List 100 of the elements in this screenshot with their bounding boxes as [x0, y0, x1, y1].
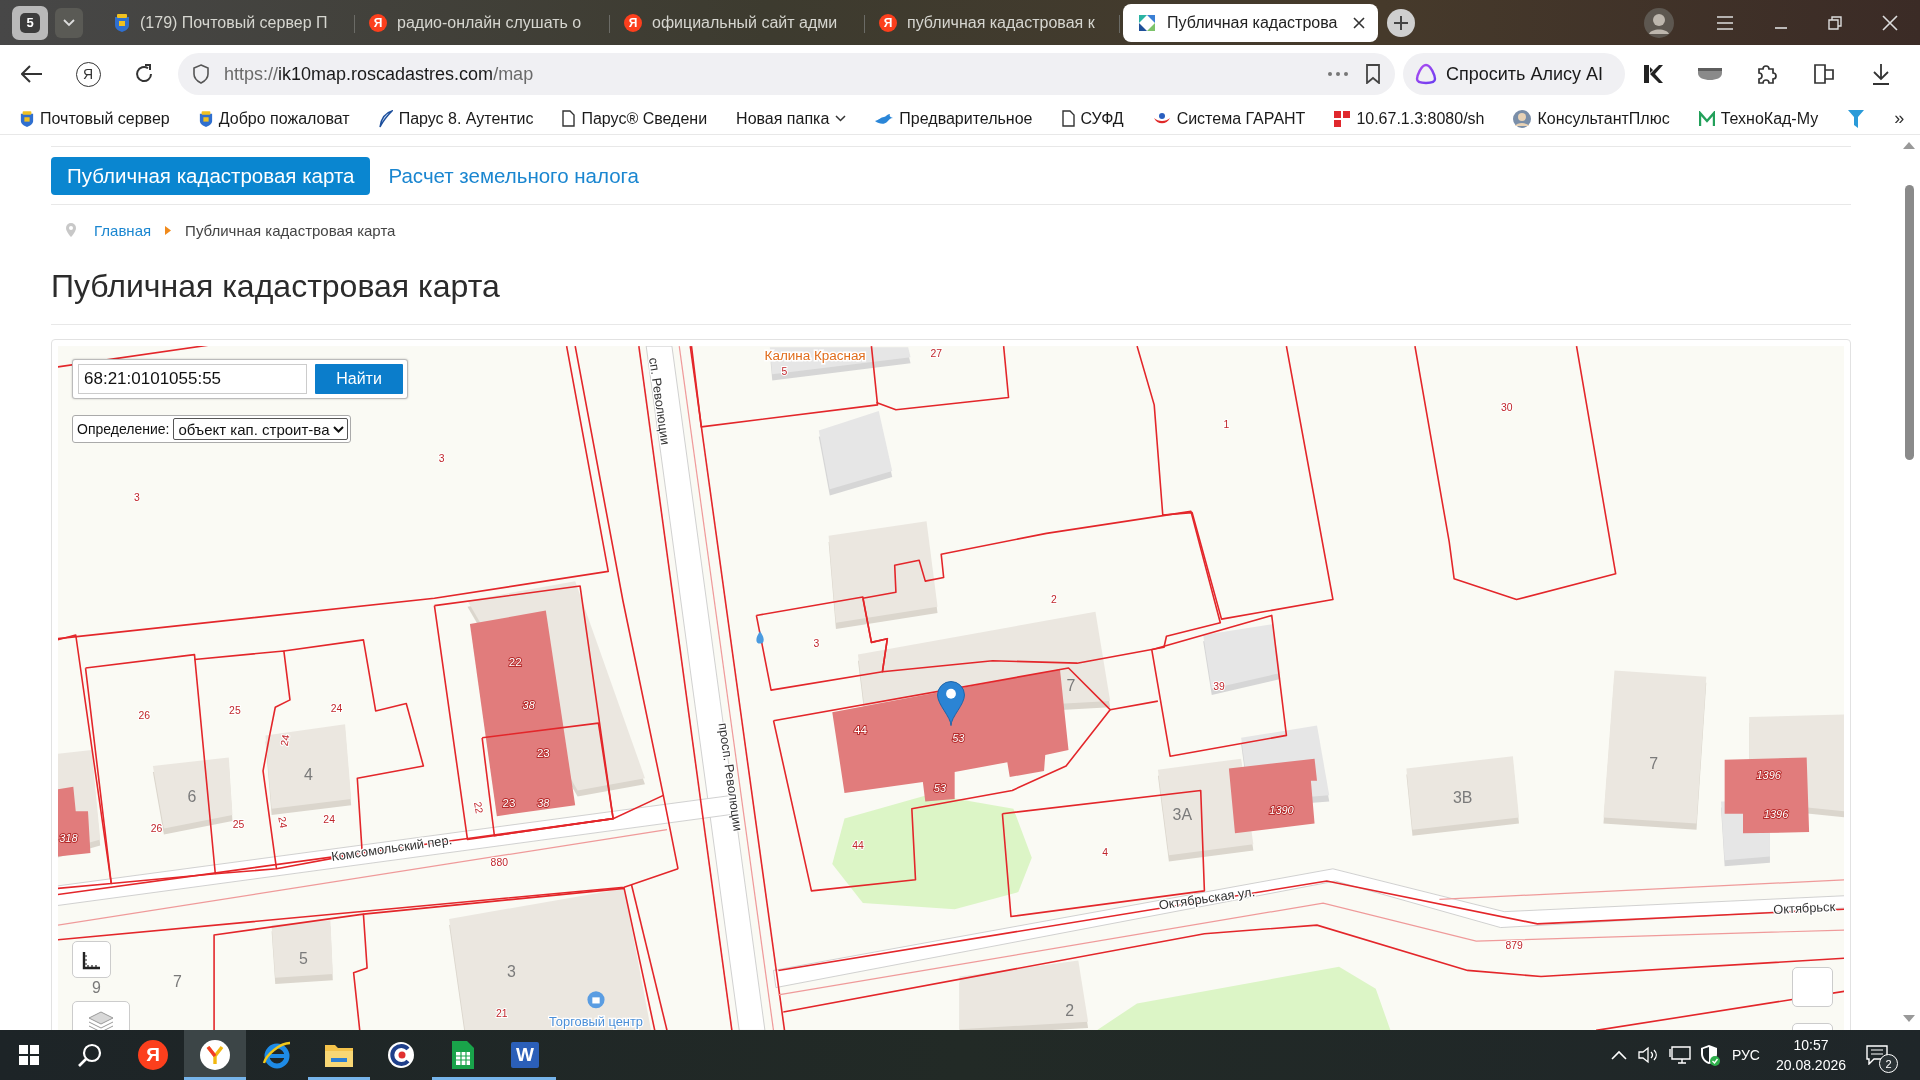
speech-bubble-icon[interactable]	[1866, 1045, 1888, 1065]
location-pin-icon[interactable]	[937, 681, 965, 727]
breadcrumb-link[interactable]: Главная	[94, 221, 152, 239]
bookmark[interactable]: Предварительное	[875, 109, 1033, 128]
shield-icon[interactable]	[192, 64, 210, 84]
scroll-up-icon[interactable]	[1903, 142, 1915, 149]
menu-icon[interactable]	[1716, 15, 1734, 30]
bookmark[interactable]: Почтовый сервер	[20, 109, 170, 128]
address-field[interactable]: https://ik10map.roscadastres.com/map	[178, 53, 1395, 95]
scroll-down-icon[interactable]	[1903, 1015, 1915, 1022]
taskbar-app-button[interactable]: Я	[122, 1030, 184, 1080]
browser-tab[interactable]: Публичная кадастрова	[1123, 3, 1378, 42]
parcel-boundary[interactable]	[772, 667, 1111, 892]
browser-tab[interactable]: Я публичная кадастровая к	[865, 3, 1120, 42]
building-number: 23	[536, 746, 550, 759]
page-title: Публичная кадастровая карта	[51, 268, 501, 304]
bookmark-icon[interactable]	[1365, 64, 1381, 84]
more-bookmarks-button[interactable]: »	[1894, 108, 1905, 129]
parcel-boundary[interactable]	[1109, 700, 1159, 711]
parcel-boundary[interactable]	[58, 634, 113, 890]
url-text[interactable]: https://ik10map.roscadastres.com/map	[224, 63, 534, 85]
bookmark[interactable]: Система ГАРАНТ	[1152, 109, 1306, 128]
bookmark[interactable]: Добро пожаловат	[198, 109, 350, 128]
tablet-icon[interactable]	[1812, 62, 1836, 86]
parcel-boundary[interactable]	[755, 596, 889, 691]
shield-check-icon[interactable]	[1699, 1044, 1720, 1066]
area-label: 38	[522, 698, 535, 711]
bookmark[interactable]: КонсультантПлюс	[1513, 109, 1670, 128]
scrollbar-thumb[interactable]	[1905, 185, 1914, 460]
parcel-boundary[interactable]	[58, 346, 610, 640]
new-tab-icon[interactable]	[1387, 8, 1415, 37]
bookmark[interactable]: ТехноКад-Му	[1698, 109, 1819, 128]
browser-tab[interactable]: Я радио-онлайн слушать о	[355, 3, 610, 42]
building-number: 3А	[1172, 806, 1193, 824]
parcel-boundary[interactable]	[862, 510, 1222, 673]
input-language[interactable]: РУС	[1731, 1047, 1760, 1063]
more-dots-icon[interactable]	[1327, 71, 1349, 77]
highlighted-building[interactable]	[832, 669, 1069, 802]
building-number: 6	[187, 788, 197, 806]
highlighted-building[interactable]	[58, 786, 91, 857]
street-name: Октябрьская ул.	[1157, 884, 1256, 913]
parcel-boundary[interactable]	[213, 913, 368, 1030]
parcel-number: 2	[1050, 594, 1057, 605]
parcel-boundary[interactable]	[275, 639, 425, 870]
parcel-number: 5	[781, 366, 788, 378]
speaker-icon[interactable]	[1637, 1046, 1660, 1064]
bookmark[interactable]: Новая папка	[736, 109, 847, 128]
parcel-number: 24	[323, 814, 335, 826]
puzzle-icon[interactable]	[1755, 62, 1779, 86]
clock-time[interactable]: 10:57	[1793, 1035, 1829, 1055]
funnel-logo-icon[interactable]	[1847, 108, 1866, 129]
parcel-boundary[interactable]	[362, 887, 656, 1030]
chevron-up-icon[interactable]	[1610, 1050, 1627, 1060]
measure-button[interactable]	[72, 941, 111, 978]
bookmark[interactable]: 10.67.1.3:8080/sh	[1334, 109, 1485, 128]
mode-dropdown[interactable]: объект кап. строит-ва	[173, 418, 349, 440]
windows-logo-icon	[19, 1045, 39, 1065]
restore-icon[interactable]	[1828, 15, 1842, 30]
parcel-number: 25	[232, 819, 245, 831]
area-label: 1396	[1756, 768, 1781, 781]
chevron-down-icon[interactable]	[55, 7, 83, 38]
building-number: 7	[172, 972, 182, 990]
bookmark[interactable]: Парус® Сведени	[562, 109, 708, 128]
dome-icon[interactable]	[1697, 67, 1723, 81]
parcel-boundary[interactable]	[574, 346, 679, 870]
parcel-boundary[interactable]	[84, 653, 217, 885]
home-button[interactable]: Я	[75, 61, 101, 87]
parcel-boundary[interactable]	[481, 722, 614, 837]
back-arrow-icon[interactable]	[21, 65, 43, 83]
browser-tab[interactable]: Я официальный сайт адми	[610, 3, 865, 42]
download-icon[interactable]	[1871, 63, 1891, 85]
browser-tab[interactable]: (179) Почтовый сервер П	[100, 3, 355, 42]
parcel-boundary[interactable]	[690, 346, 879, 428]
building-number: 5	[299, 949, 308, 967]
highlighted-building[interactable]	[1228, 758, 1317, 834]
logo-badge: Я	[879, 13, 897, 32]
reload-icon[interactable]	[133, 63, 155, 85]
extension-logo-icon[interactable]	[1642, 63, 1664, 85]
monitor-icon[interactable]	[1668, 1045, 1691, 1065]
close-icon[interactable]	[1352, 15, 1366, 30]
parcel-boundary[interactable]	[1150, 614, 1288, 757]
nav-tab[interactable]: Расчет земельного налога	[388, 157, 639, 195]
parcel-boundary[interactable]	[875, 346, 1010, 411]
logo-badge: Я	[624, 13, 642, 32]
bookmark[interactable]: СУФД	[1061, 109, 1124, 128]
taskbar-app-button[interactable]: W	[494, 1030, 556, 1080]
tab-groups-button[interactable]: 5	[12, 5, 48, 40]
search-button[interactable]: Найти	[315, 364, 403, 394]
shopping-bag-icon[interactable]	[587, 991, 605, 1009]
bookmark[interactable]: Парус 8. Аутентис	[378, 109, 534, 128]
clock-date[interactable]: 20.08.2026	[1775, 1055, 1846, 1075]
search-field[interactable]: 68:21:0101055:55	[78, 364, 307, 394]
taskbar-app-button[interactable]	[184, 1030, 246, 1080]
parcel-boundary[interactable]	[1136, 346, 1334, 620]
profile-avatar-icon[interactable]	[1644, 7, 1674, 38]
highlighted-building[interactable]	[469, 610, 576, 817]
assistant-button[interactable]: Спросить Алису AI	[1403, 53, 1625, 95]
nav-tab[interactable]: Публичная кадастровая карта	[51, 157, 371, 195]
street-name: сп. Революции	[646, 356, 674, 446]
parcel-number: 27	[930, 347, 943, 359]
